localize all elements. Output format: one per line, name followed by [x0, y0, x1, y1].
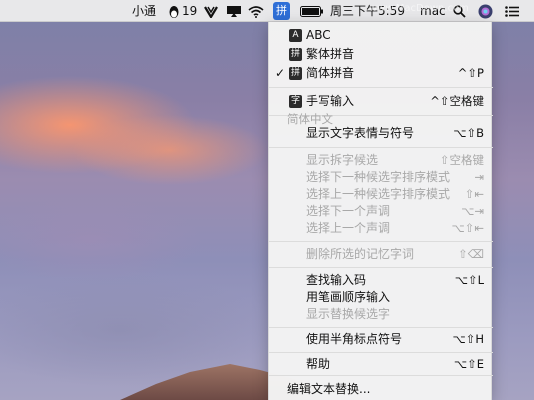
siri-icon[interactable] [478, 0, 493, 22]
separator [269, 147, 493, 148]
menu-item-label: 简体拼音 [306, 66, 355, 80]
menu-item-label: 帮助 [306, 357, 331, 371]
menu-item-traditional-pinyin[interactable]: 拼 繁体拼音 [269, 45, 493, 64]
shortcut: ⌥⇧E [453, 357, 484, 371]
menu-item-label: 显示文字表情与符号 [306, 126, 415, 140]
ime-menu-button[interactable]: 拼 [273, 2, 290, 20]
menu-item-label: 删除所选的记忆字词 [306, 247, 415, 261]
shortcut: ^⇧空格键 [430, 94, 484, 108]
menu-item-label: 繁体拼音 [306, 47, 355, 61]
input-source-badge: 拼 [289, 48, 302, 61]
shortcut: ⌥⇧B [453, 126, 484, 140]
separator [269, 267, 493, 268]
shortcut: ⌥⇧H [452, 332, 484, 346]
checkmark-icon: ✓ [275, 66, 286, 80]
menu-item-label: 编辑文本替换... [287, 382, 371, 396]
v-icon[interactable] [204, 0, 218, 22]
wifi-icon[interactable] [248, 0, 264, 22]
menu-item-label: 选择上一个声调 [306, 221, 391, 235]
menu-item-label: ABC [306, 28, 331, 42]
input-method-menu: A ABC 拼 繁体拼音 ✓ 拼 简体拼音 ^⇧P 字 手写输入 ^⇧空格键 简… [268, 3, 493, 400]
menu-item-show-alternates: 显示替换候选字 [269, 305, 493, 324]
list-icon[interactable] [505, 0, 519, 22]
menu-item-prev-tone: 选择上一个声调 ⌥⇧⇤ [269, 219, 493, 238]
shortcut: ⇧⌫ [458, 247, 484, 261]
separator [269, 327, 493, 328]
input-source-badge: A [289, 29, 302, 42]
shortcut: ⌥⇧⇤ [451, 221, 484, 235]
penguin-icon[interactable] [168, 0, 180, 22]
separator [269, 241, 493, 242]
input-source-badge: 字 [289, 95, 302, 108]
watermark: www.MacDown.com [369, 3, 469, 14]
battery-icon[interactable] [300, 0, 324, 22]
menu-item-label: 手写输入 [306, 94, 355, 108]
input-source-badge: 拼 [289, 67, 302, 80]
separator [269, 352, 493, 353]
menu-item-simplified-pinyin[interactable]: ✓ 拼 简体拼音 ^⇧P [269, 64, 493, 83]
menu-item-help[interactable]: 帮助 ⌥⇧E [269, 355, 493, 374]
menu-item-abc[interactable]: A ABC [269, 26, 493, 45]
menu-item-label: 使用半角标点符号 [306, 332, 403, 346]
app-menu-label[interactable]: 小通 [132, 0, 156, 22]
separator [269, 375, 493, 376]
menu-item-handwriting[interactable]: 字 手写输入 ^⇧空格键 [269, 92, 493, 111]
shortcut: ^⇧P [457, 66, 484, 80]
separator [269, 87, 493, 88]
menu-item-halfwidth-punct[interactable]: 使用半角标点符号 ⌥⇧H [269, 330, 493, 349]
menu-item-edit-text-replacement[interactable]: 编辑文本替换... [269, 380, 493, 399]
airplay-icon[interactable] [226, 0, 242, 22]
menu-item-delete-memory: 删除所选的记忆字词 ⇧⌫ [269, 245, 493, 264]
menu-item-label: 显示替换候选字 [306, 307, 391, 321]
menu-item-show-emoji[interactable]: 显示文字表情与符号 ⌥⇧B [269, 124, 493, 143]
qq-count: 19 [182, 4, 198, 18]
